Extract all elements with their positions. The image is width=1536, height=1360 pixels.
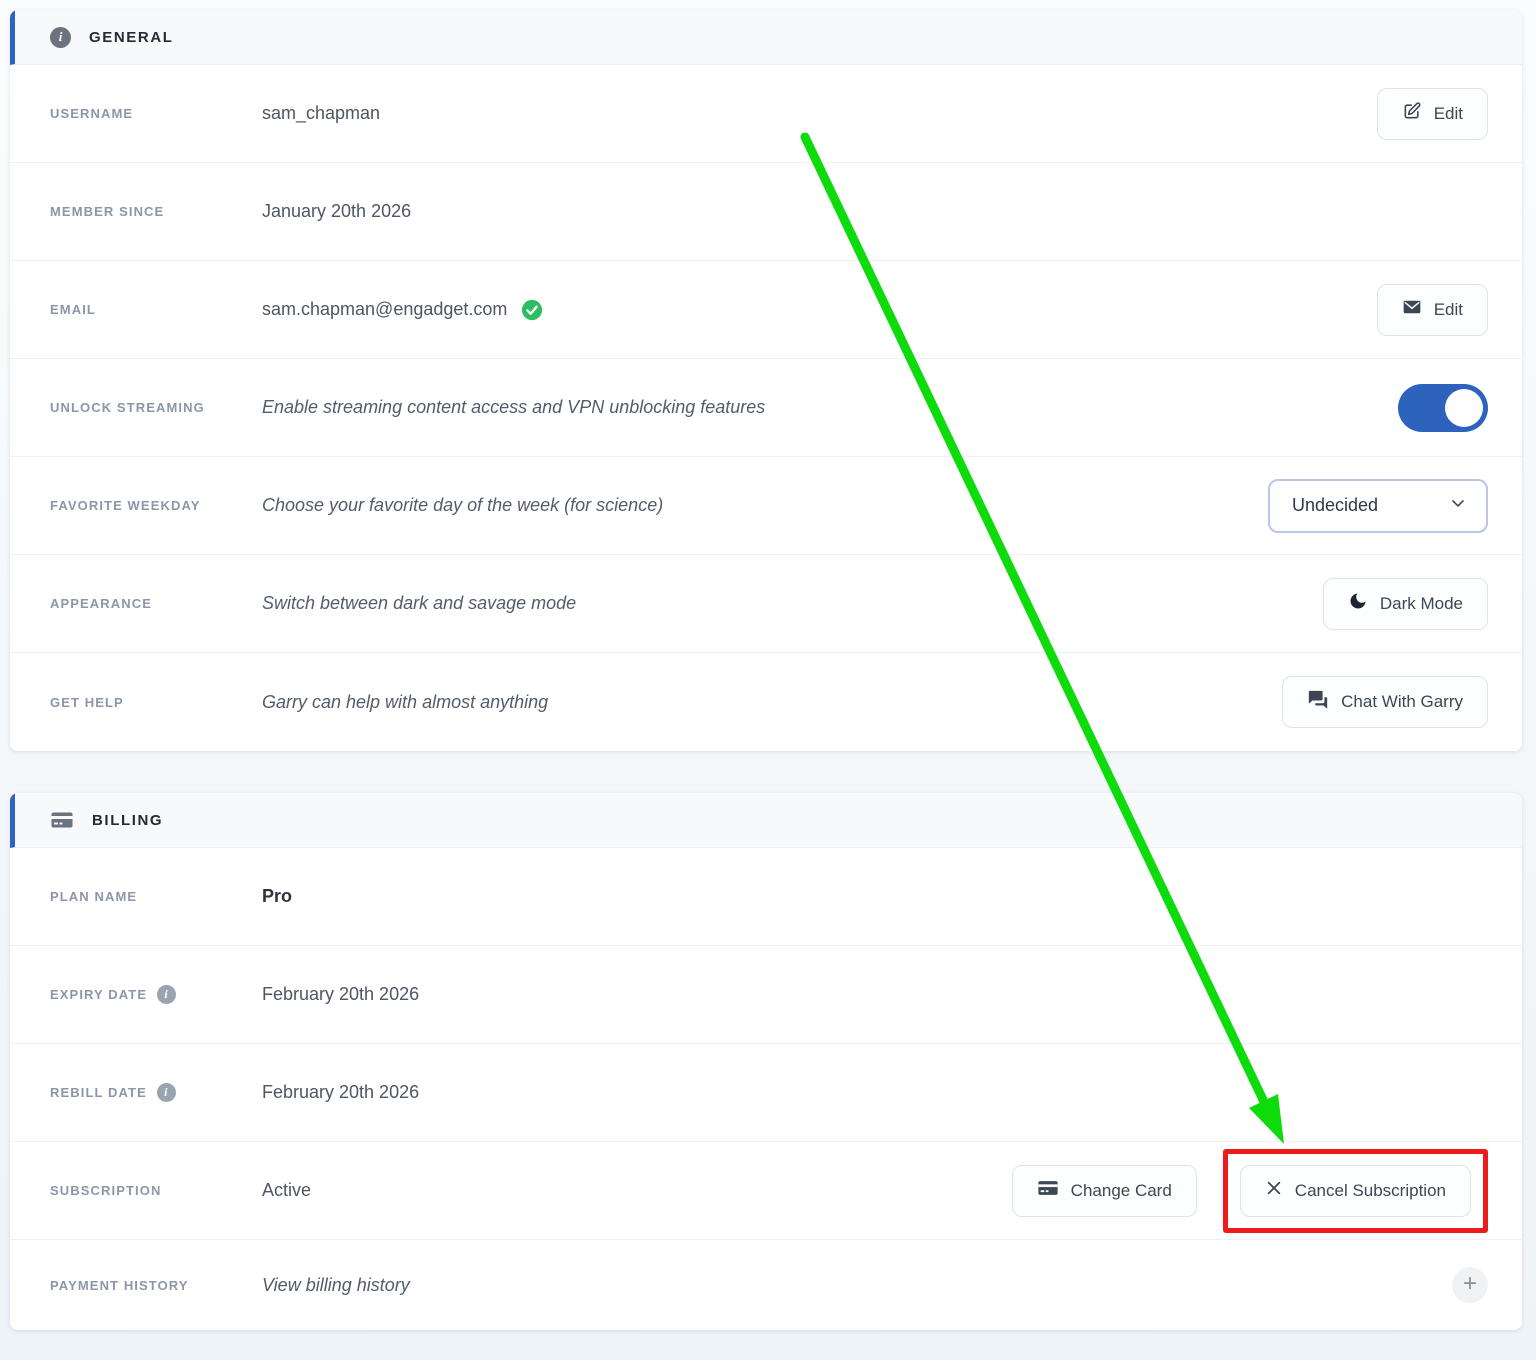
cancel-subscription-label: Cancel Subscription bbox=[1295, 1181, 1446, 1201]
appearance-label: APPEARANCE bbox=[50, 596, 262, 611]
billing-section-title: BILLING bbox=[92, 812, 163, 829]
chevron-down-icon bbox=[1448, 493, 1468, 518]
edit-email-label: Edit bbox=[1434, 300, 1463, 320]
favorite-weekday-select[interactable]: Undecided bbox=[1268, 479, 1488, 533]
username-row: USERNAME sam_chapman Edit bbox=[10, 65, 1522, 163]
appearance-row: APPEARANCE Switch between dark and savag… bbox=[10, 555, 1522, 653]
favorite-weekday-row: FAVORITE WEEKDAY Choose your favorite da… bbox=[10, 457, 1522, 555]
unlock-streaming-row: UNLOCK STREAMING Enable streaming conten… bbox=[10, 359, 1522, 457]
edit-icon bbox=[1402, 101, 1422, 126]
expiry-date-row: EXPIRY DATE i February 20th 2026 bbox=[10, 946, 1522, 1044]
member-since-label: MEMBER SINCE bbox=[50, 204, 262, 219]
chat-bubbles-icon bbox=[1307, 689, 1329, 716]
unlock-streaming-description: Enable streaming content access and VPN … bbox=[262, 397, 765, 418]
username-label: USERNAME bbox=[50, 106, 262, 121]
get-help-description: Garry can help with almost anything bbox=[262, 692, 548, 713]
credit-card-icon bbox=[50, 808, 74, 832]
cancel-subscription-button[interactable]: Cancel Subscription bbox=[1240, 1165, 1471, 1217]
billing-section-header: BILLING bbox=[10, 793, 1522, 848]
expiry-date-label: EXPIRY DATE bbox=[50, 987, 147, 1002]
unlock-streaming-label: UNLOCK STREAMING bbox=[50, 400, 262, 415]
general-section-header: i GENERAL bbox=[10, 10, 1522, 65]
chat-with-garry-label: Chat With Garry bbox=[1341, 692, 1463, 712]
info-icon[interactable]: i bbox=[157, 985, 176, 1004]
info-icon: i bbox=[50, 27, 71, 48]
general-section: i GENERAL USERNAME sam_chapman Edit MEMB… bbox=[10, 10, 1522, 751]
dark-mode-label: Dark Mode bbox=[1380, 594, 1463, 614]
email-verified-icon bbox=[521, 299, 543, 321]
rebill-date-value: February 20th 2026 bbox=[262, 1082, 419, 1103]
rebill-date-row: REBILL DATE i February 20th 2026 bbox=[10, 1044, 1522, 1142]
toggle-knob bbox=[1445, 389, 1483, 427]
chat-with-garry-button[interactable]: Chat With Garry bbox=[1282, 676, 1488, 728]
edit-username-label: Edit bbox=[1434, 104, 1463, 124]
billing-section: BILLING PLAN NAME Pro EXPIRY DATE i Febr… bbox=[10, 793, 1522, 1330]
member-since-row: MEMBER SINCE January 20th 2026 bbox=[10, 163, 1522, 261]
payment-history-label: PAYMENT HISTORY bbox=[50, 1278, 262, 1293]
red-highlight-annotation: Cancel Subscription bbox=[1223, 1149, 1488, 1233]
envelope-icon bbox=[1402, 297, 1422, 322]
email-row: EMAIL sam.chapman@engadget.com Edit bbox=[10, 261, 1522, 359]
payment-history-row: PAYMENT HISTORY View billing history + bbox=[10, 1240, 1522, 1330]
change-card-label: Change Card bbox=[1071, 1181, 1172, 1201]
expiry-date-value: February 20th 2026 bbox=[262, 984, 419, 1005]
edit-username-button[interactable]: Edit bbox=[1377, 88, 1488, 140]
favorite-weekday-description: Choose your favorite day of the week (fo… bbox=[262, 495, 663, 516]
rebill-date-label: REBILL DATE bbox=[50, 1085, 147, 1100]
email-value: sam.chapman@engadget.com bbox=[262, 299, 507, 320]
plan-name-value: Pro bbox=[262, 886, 292, 907]
get-help-label: GET HELP bbox=[50, 695, 262, 710]
favorite-weekday-selected: Undecided bbox=[1292, 495, 1378, 516]
appearance-description: Switch between dark and savage mode bbox=[262, 593, 576, 614]
info-icon[interactable]: i bbox=[157, 1083, 176, 1102]
subscription-status: Active bbox=[262, 1180, 311, 1201]
dark-mode-button[interactable]: Dark Mode bbox=[1323, 578, 1488, 630]
moon-icon bbox=[1348, 591, 1368, 616]
email-label: EMAIL bbox=[50, 302, 262, 317]
unlock-streaming-toggle[interactable] bbox=[1398, 384, 1488, 432]
favorite-weekday-label: FAVORITE WEEKDAY bbox=[50, 498, 262, 513]
x-icon bbox=[1265, 1179, 1283, 1202]
expand-payment-history-button[interactable]: + bbox=[1452, 1267, 1488, 1303]
payment-history-value: View billing history bbox=[262, 1275, 410, 1296]
username-value: sam_chapman bbox=[262, 103, 380, 124]
get-help-row: GET HELP Garry can help with almost anyt… bbox=[10, 653, 1522, 751]
credit-card-icon bbox=[1037, 1177, 1059, 1204]
member-since-value: January 20th 2026 bbox=[262, 201, 411, 222]
change-card-button[interactable]: Change Card bbox=[1012, 1165, 1197, 1217]
subscription-row: SUBSCRIPTION Active Change Card Cancel S… bbox=[10, 1142, 1522, 1240]
plan-name-label: PLAN NAME bbox=[50, 889, 262, 904]
plan-name-row: PLAN NAME Pro bbox=[10, 848, 1522, 946]
general-section-title: GENERAL bbox=[89, 29, 174, 46]
edit-email-button[interactable]: Edit bbox=[1377, 284, 1488, 336]
subscription-label: SUBSCRIPTION bbox=[50, 1183, 262, 1198]
